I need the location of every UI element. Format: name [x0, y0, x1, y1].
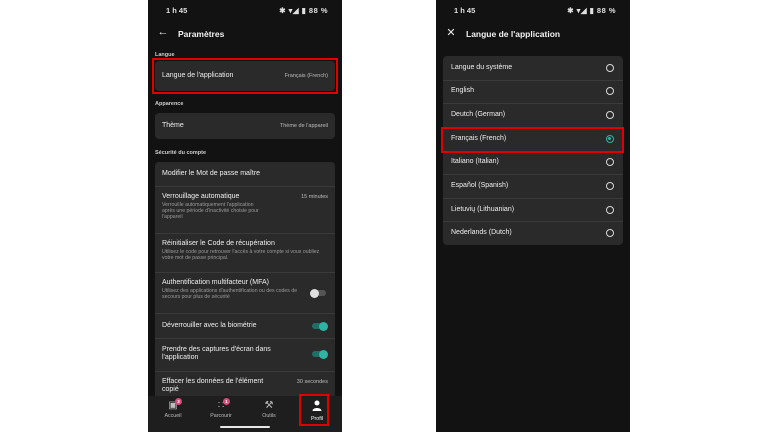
auto-lock-row[interactable]: Verrouillage automatique 15 minutes Verr… — [155, 187, 335, 233]
vault-icon: ▣ — [168, 400, 178, 411]
language-option[interactable]: Deutch (German) — [443, 103, 623, 127]
language-option[interactable]: Italiano (Italian) — [443, 151, 623, 175]
close-icon[interactable]: ✕ — [444, 26, 458, 39]
radio-button[interactable] — [606, 181, 614, 190]
master-password-row[interactable]: Modifier le Mot de passe maître — [155, 162, 335, 186]
nav-browse-label: Parcourir — [210, 413, 232, 419]
mfa-label: Authentification multifacteur (MFA) — [162, 279, 269, 286]
screenshots-row[interactable]: Prendre des captures d'écran dans l'appl… — [155, 339, 335, 371]
language-option-label: Italiano (Italian) — [451, 158, 499, 166]
status-icons: ✱ ▾◢ ▮ 88 % — [279, 6, 328, 15]
screenshots-toggle[interactable] — [312, 349, 328, 359]
nav-browse[interactable]: ∷ 1 Parcourir — [203, 398, 239, 419]
highlight-language-row — [152, 58, 338, 94]
language-option[interactable]: Langue du système — [443, 56, 623, 80]
language-option[interactable]: Español (Spanish) — [443, 174, 623, 198]
language-option[interactable]: English — [443, 80, 623, 104]
home-badge: 3 — [175, 398, 182, 405]
status-time: 1 h 45 — [166, 6, 188, 15]
highlight-profile-tab — [299, 394, 329, 426]
wrench-icon: ⚒ — [264, 400, 274, 411]
settings-screen: 1 h 45 ✱ ▾◢ ▮ 88 % ← Paramètres Langue L… — [148, 0, 342, 432]
nav-tools[interactable]: ⚒ Outils — [251, 400, 287, 419]
nav-home[interactable]: ▣ 3 Accueil — [155, 398, 191, 419]
gesture-bar[interactable] — [220, 426, 270, 428]
highlight-selected-language — [441, 127, 624, 153]
master-password-label: Modifier le Mot de passe maître — [162, 170, 261, 177]
radio-button[interactable] — [606, 111, 614, 120]
language-picker-screen: 1 h 45 ✱ ▾◢ ▮ 88 % ✕ Langue de l'applica… — [436, 0, 630, 432]
biometric-row[interactable]: Déverrouiller avec la biométrie — [155, 314, 335, 338]
nav-home-label: Accueil — [164, 413, 182, 419]
status-icons: ✱ ▾◢ ▮ 88 % — [567, 6, 616, 15]
section-label-apparence: Apparence — [155, 101, 184, 107]
language-option-label: Langue du système — [451, 63, 513, 71]
language-option-label: Nederlands (Dutch) — [451, 229, 512, 237]
page-title: Paramètres — [178, 29, 225, 39]
language-app-bar: ✕ Langue de l'application — [436, 22, 630, 46]
section-label-securite: Sécurité du compte — [155, 150, 207, 156]
mfa-description: Utilisez des applications d'authentifica… — [162, 288, 298, 300]
radio-button[interactable] — [606, 229, 614, 238]
clipboard-value: 30 secondes — [296, 379, 328, 385]
theme-setting-row[interactable]: Thème Thème de l'appareil — [155, 113, 335, 139]
language-option[interactable]: Nederlands (Dutch) — [443, 221, 623, 245]
radio-button[interactable] — [606, 158, 614, 167]
status-bar: 1 h 45 ✱ ▾◢ ▮ 88 % — [148, 0, 342, 20]
radio-button[interactable] — [606, 63, 614, 72]
mfa-toggle[interactable] — [310, 288, 326, 298]
browse-badge: 1 — [223, 398, 230, 405]
language-option-label: Lietuvių (Lithuanian) — [451, 205, 515, 213]
auto-lock-value: 15 minutes — [301, 194, 328, 200]
biometric-label: Déverrouiller avec la biométrie — [162, 322, 257, 329]
radio-button[interactable] — [606, 87, 614, 96]
auto-lock-label: Verrouillage automatique — [162, 193, 240, 200]
arrow-left-icon[interactable]: ← — [156, 26, 170, 38]
status-time: 1 h 45 — [454, 6, 476, 15]
theme-setting-label: Thème — [162, 122, 184, 129]
biometric-toggle[interactable] — [312, 321, 328, 331]
language-option-label: Español (Spanish) — [451, 181, 509, 189]
language-option[interactable]: Lietuvių (Lithuanian) — [443, 198, 623, 222]
auto-lock-description: Verrouille automatiquement l'application… — [162, 202, 259, 220]
status-bar: 1 h 45 ✱ ▾◢ ▮ 88 % — [436, 0, 630, 20]
grid-icon: ∷ — [217, 400, 225, 411]
mfa-row[interactable]: Authentification multifacteur (MFA) Util… — [155, 273, 335, 313]
recovery-code-description: Utilisez le code pour retrouver l'accès … — [162, 249, 320, 261]
clipboard-label: Effacer les données de l'élément copié — [162, 378, 264, 393]
page-title: Langue de l'application — [466, 29, 561, 39]
recovery-code-row[interactable]: Réinitialiser le Code de récupération Ut… — [155, 234, 335, 272]
language-option-label: Deutch (German) — [451, 111, 506, 119]
security-settings-card: Modifier le Mot de passe maître Verrouil… — [155, 162, 335, 402]
screenshots-label: Prendre des captures d'écran dans l'appl… — [162, 346, 271, 361]
nav-tools-label: Outils — [262, 413, 276, 419]
language-option-label: English — [451, 87, 474, 95]
theme-setting-value: Thème de l'appareil — [279, 123, 328, 129]
recovery-code-label: Réinitialiser le Code de récupération — [162, 240, 275, 247]
settings-app-bar: ← Paramètres — [148, 22, 342, 46]
radio-button[interactable] — [606, 205, 614, 214]
